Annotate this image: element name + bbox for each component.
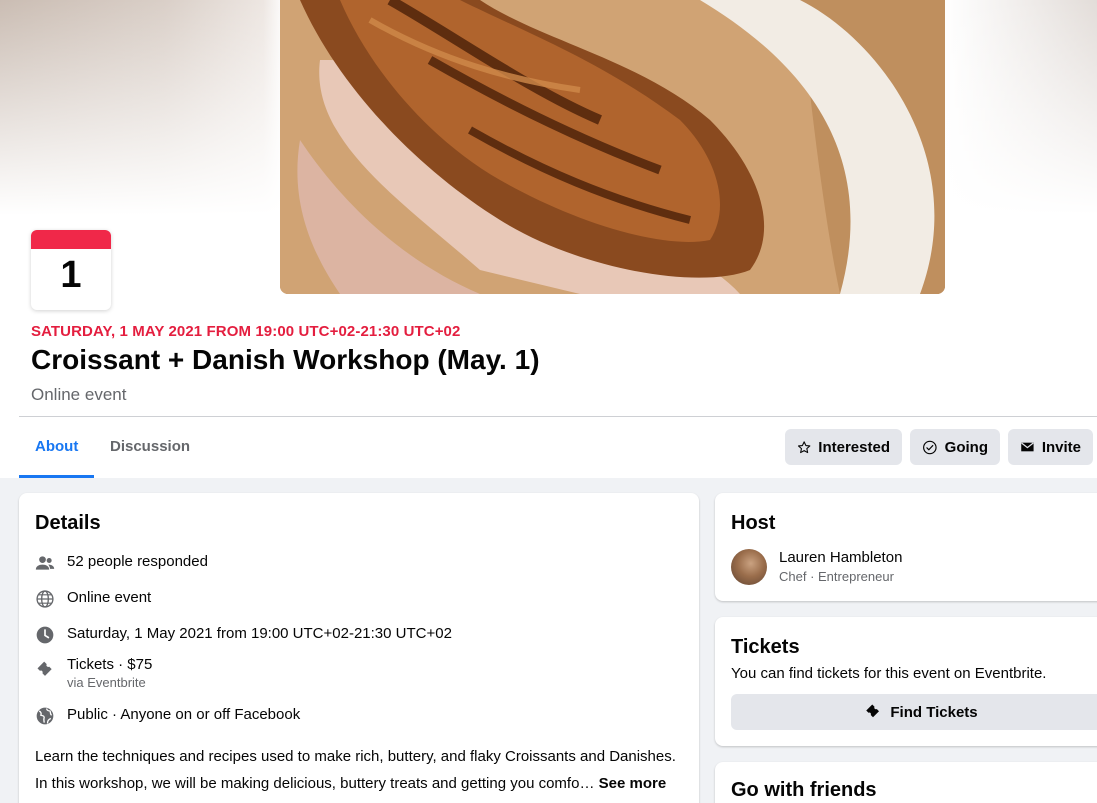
going-label: Going <box>944 438 988 456</box>
detail-row-online: Online event <box>35 589 151 609</box>
public-globe-icon <box>36 707 54 725</box>
check-circle-icon <box>923 440 937 454</box>
detail-text: Saturday, 1 May 2021 from 19:00 UTC+02-2… <box>67 625 452 642</box>
details-card: Details 52 people responded Online event… <box>19 493 699 803</box>
detail-row-responded: 52 people responded <box>35 553 208 573</box>
host-role: Chef · Entrepreneur <box>779 569 894 584</box>
detail-row-time: Saturday, 1 May 2021 from 19:00 UTC+02-2… <box>35 625 452 645</box>
invite-button[interactable]: Invite <box>1008 429 1093 465</box>
find-tickets-label: Find Tickets <box>890 703 978 721</box>
interested-button[interactable]: Interested <box>785 429 902 465</box>
detail-subtext: via Eventbrite <box>67 675 146 690</box>
people-icon <box>35 556 55 570</box>
star-icon <box>797 440 811 453</box>
tickets-text: You can find tickets for this event on E… <box>731 665 1047 682</box>
croissant-image <box>280 0 945 294</box>
avatar[interactable] <box>731 549 767 585</box>
envelope-icon <box>1021 442 1034 452</box>
friends-card: Go with friends <box>715 762 1097 803</box>
clock-icon <box>36 626 54 644</box>
detail-text: Public · Anyone on or off Facebook <box>67 706 301 723</box>
detail-text: Online event <box>67 589 152 606</box>
friends-title: Go with friends <box>731 779 877 801</box>
details-title: Details <box>35 512 101 534</box>
interested-label: Interested <box>818 438 890 456</box>
detail-text: 52 people responded <box>67 553 208 570</box>
cover-photo[interactable] <box>280 0 945 294</box>
event-title: Croissant + Danish Workshop (May. 1) <box>31 344 540 375</box>
calendar-day: 1 <box>60 254 82 296</box>
host-title: Host <box>731 512 776 534</box>
tab-about[interactable]: About <box>19 417 95 478</box>
event-description: Learn the techniques and recipes used to… <box>35 743 685 797</box>
host-name[interactable]: Lauren Hambleton <box>779 549 902 566</box>
going-button[interactable]: Going <box>910 429 1000 465</box>
calendar-date-badge: 1 <box>31 230 111 310</box>
detail-row-privacy: Public · Anyone on or off Facebook <box>35 706 300 726</box>
see-more-link[interactable]: See more <box>599 775 667 792</box>
globe-icon <box>36 590 54 608</box>
calendar-band <box>31 230 111 249</box>
event-type: Online event <box>31 385 127 404</box>
find-tickets-button[interactable]: Find Tickets <box>731 694 1097 730</box>
event-date-line: SATURDAY, 1 MAY 2021 FROM 19:00 UTC+02-2… <box>31 323 461 340</box>
tickets-card: Tickets You can find tickets for this ev… <box>715 617 1097 746</box>
host-card: Host Lauren Hambleton Chef · Entrepreneu… <box>715 493 1097 601</box>
detail-text: Tickets · $75 <box>67 656 153 673</box>
description-line-1: Learn the techniques and recipes used to… <box>35 748 676 765</box>
detail-row-tickets: Tickets · $75 via Eventbrite <box>35 656 152 690</box>
event-header: 1 SATURDAY, 1 MAY 2021 FROM 19:00 UTC+02… <box>0 0 1097 478</box>
tab-discussion[interactable]: Discussion <box>94 417 206 478</box>
tickets-title: Tickets <box>731 636 800 658</box>
description-line-2: In this workshop, we will be making deli… <box>35 775 595 792</box>
invite-label: Invite <box>1041 438 1081 456</box>
ticket-icon <box>866 704 880 718</box>
ticket-icon <box>37 661 52 676</box>
